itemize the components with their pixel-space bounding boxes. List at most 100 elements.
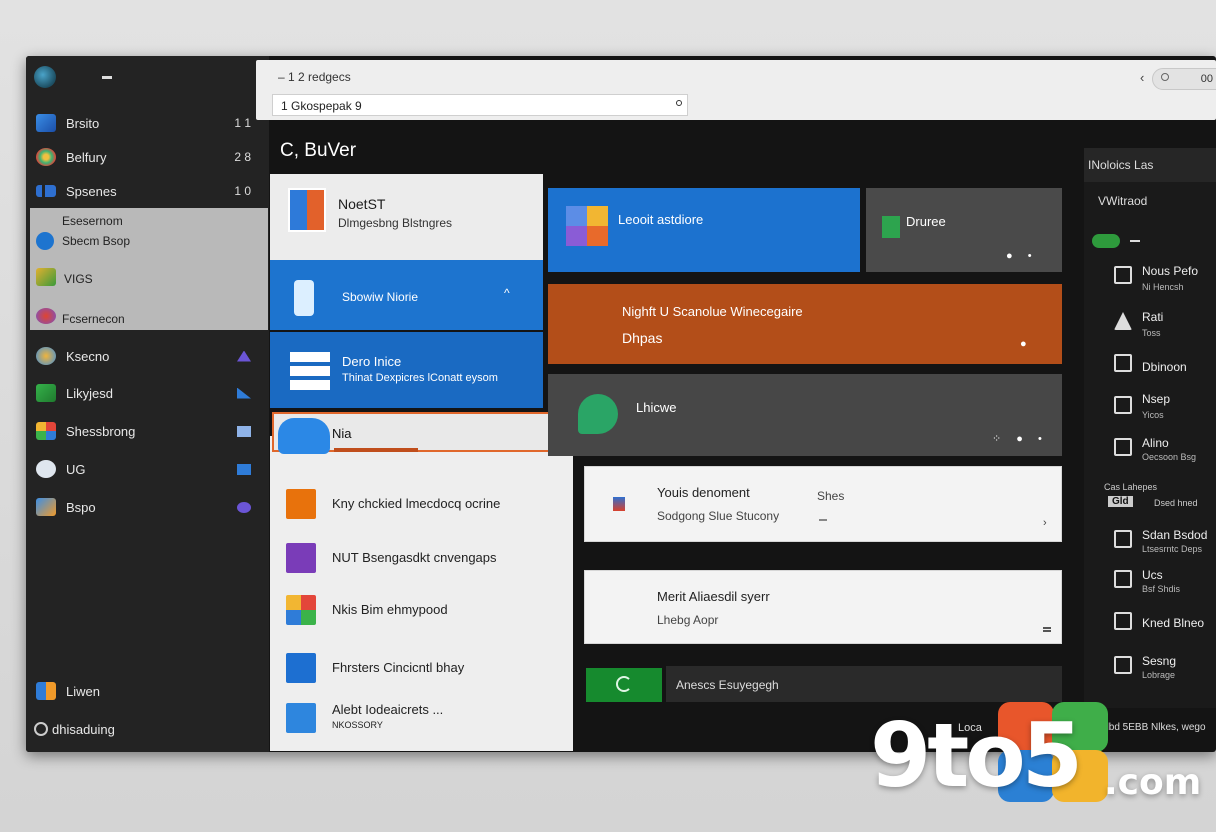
tile-gray[interactable]: Lhicwe ⁘ ● •: [548, 374, 1062, 456]
search-icon[interactable]: [676, 100, 682, 106]
back-button[interactable]: ‹: [1140, 70, 1144, 85]
list-item[interactable]: Fhrsters Cincicntl bhay: [270, 642, 573, 694]
app-icon: [36, 422, 56, 440]
dash-icon: [819, 519, 827, 521]
search-input[interactable]: 1 Gkospepak 9: [272, 94, 688, 116]
tile-orange[interactable]: Nighft U Scanolue Winecegaire Dhpas ●: [548, 284, 1062, 364]
app-icon: [613, 497, 625, 511]
sidebar-item[interactable]: Belfury 2 8: [26, 140, 269, 174]
group-badge: Gld: [1108, 496, 1133, 507]
pin-icon[interactable]: [237, 425, 251, 437]
right-panel-item[interactable]: Alino Oecsoon Bsg: [1084, 430, 1216, 470]
right-panel-item[interactable]: Sesng Lobrage: [1084, 648, 1216, 688]
office-icon: [288, 188, 326, 232]
tile-line-1: Nighft U Scanolue Winecegaire: [622, 304, 803, 319]
more-icon[interactable]: ● •: [1006, 250, 1038, 262]
pin-icon[interactable]: [237, 463, 251, 475]
item-subtitle: Yicos: [1142, 410, 1164, 420]
sidebar-item[interactable]: Spsenes 1 0: [26, 174, 269, 208]
list-item-label: Kny chckied lmecdocq ocrine: [332, 496, 501, 511]
right-panel-item[interactable]: Kned Blneo: [1084, 604, 1216, 644]
right-panel-item[interactable]: Nous Pefo Ni Hencsh: [1084, 258, 1216, 298]
list-item-label: Nkis Bim ehmypood: [332, 602, 448, 617]
minimize-icon[interactable]: [102, 76, 112, 79]
content-card[interactable]: Merit Aliaesdil syerr Lhebg Aopr: [584, 570, 1062, 644]
section-title: C, BuVer: [280, 140, 357, 161]
sidebar-app[interactable]: Shessbrong: [26, 414, 269, 448]
card-title: Merit Aliaesdil syerr: [657, 589, 770, 604]
tile-gray[interactable]: Druree ● •: [866, 188, 1062, 272]
selected-list-item[interactable]: Nia: [272, 412, 573, 454]
feature-card[interactable]: Dero Inice Thinat Dexpicres lConatt eyso…: [270, 332, 543, 408]
content-card[interactable]: Youis denoment Sodgong Slue Stucony Shes…: [584, 466, 1062, 542]
list-item-label: Alebt Iodeaicrets ...: [332, 702, 444, 717]
sidebar: Brsito 1 1 Belfury 2 8 Spsenes 1 0 Esese…: [26, 56, 269, 752]
watermark-logo: 9to5 .com: [870, 700, 1216, 812]
item-title: Nous Pefo: [1142, 264, 1199, 278]
sidebar-bottom-label: dhisaduing: [52, 721, 115, 737]
header-pill-field[interactable]: 00: [1152, 68, 1216, 90]
sidebar-app[interactable]: Bspo: [26, 490, 269, 524]
toggle-button[interactable]: [586, 668, 662, 702]
app-logo-icon[interactable]: [34, 66, 56, 88]
status-bar[interactable]: Anescs Esuyegegh: [666, 666, 1062, 702]
watermark-brand: 9to5: [870, 704, 1083, 807]
list-item[interactable]: NUT Bsengasdkt cnvengaps: [270, 532, 573, 584]
right-panel-item[interactable]: Nsep Yicos: [1084, 388, 1216, 428]
sidebar-app[interactable]: Likyjesd: [26, 376, 269, 410]
windows-icon: [566, 206, 608, 246]
sidebar-app[interactable]: UG: [26, 452, 269, 486]
item-title: Sesng: [1142, 654, 1177, 668]
group-line-2: Sbecm Bsop: [62, 234, 131, 248]
right-panel-item[interactable]: Ucs Bsf Shdis: [1084, 562, 1216, 602]
pin-icon[interactable]: [237, 387, 251, 399]
list-item[interactable]: Alebt Iodeaicrets ... NKOSSORY: [270, 692, 573, 744]
pin-icon[interactable]: [237, 350, 251, 362]
sidebar-item-label: Spsenes: [66, 183, 117, 199]
feature-card[interactable]: Sbowiw Niorie ^: [270, 260, 543, 330]
right-panel-item[interactable]: Rati Toss: [1084, 304, 1216, 344]
sidebar-app-label: Likyjesd: [66, 385, 113, 401]
group-title: Cas Lahepes: [1104, 482, 1158, 492]
item-subtitle: Ni Hencsh: [1142, 282, 1184, 292]
app-icon: [882, 216, 900, 238]
sidebar-bottom-item[interactable]: dhisaduing: [26, 712, 269, 746]
more-icon[interactable]: ›: [1043, 517, 1047, 529]
sidebar-item[interactable]: Brsito 1 1: [26, 106, 269, 140]
right-panel-item[interactable]: Sdan Bsdod Ltsesrntc Deps: [1084, 522, 1216, 562]
more-icon[interactable]: ⁘ ● •: [992, 432, 1048, 445]
item-subtitle: Bsf Shdis: [1142, 584, 1181, 594]
tile-blue[interactable]: Leooit astdiore: [548, 188, 860, 272]
sidebar-app-label: Ksecno: [66, 348, 110, 364]
sidebar-bottom-item[interactable]: Liwen: [26, 674, 269, 708]
sidebar-selected-group[interactable]: Esesernom Sbecm Bsop VIGS Fcsernecon: [30, 208, 268, 330]
header-title: – 1 2 redgecs: [278, 70, 351, 84]
item-subtitle: Ltsesrntc Deps: [1142, 544, 1203, 554]
more-icon[interactable]: ●: [1020, 338, 1033, 350]
item-title: Nsep: [1142, 392, 1171, 406]
feature-card[interactable]: NoetST Dlmgesbng Blstngres: [270, 174, 543, 260]
app-icon: [286, 489, 316, 519]
right-panel: INoloics Las VWitraod Nous Pefo Ni Hencs…: [1084, 148, 1216, 708]
list-item-sublabel: NKOSSORY: [332, 720, 383, 730]
group-footer-label: Fcsernecon: [62, 312, 125, 326]
sidebar-app[interactable]: Ksecno: [26, 339, 269, 373]
right-panel-item[interactable]: Dbinoon: [1084, 346, 1216, 386]
card-title: Youis denoment: [657, 485, 750, 500]
app-icon: [36, 308, 56, 324]
list-item-label: Fhrsters Cincicntl bhay: [332, 660, 465, 675]
phone-icon: [1114, 438, 1132, 456]
chevron-up-icon[interactable]: ^: [504, 286, 510, 300]
list-item[interactable]: Nkis Bim ehmypood: [270, 584, 573, 636]
sidebar-item-label: Brsito: [66, 115, 100, 131]
menu-icon[interactable]: [1043, 627, 1051, 632]
toggle-switch[interactable]: [1092, 234, 1120, 248]
pin-icon[interactable]: [237, 501, 251, 513]
tile-label: Lhicwe: [636, 400, 677, 415]
list-item[interactable]: Kny chckied lmecdocq ocrine: [270, 478, 573, 530]
tile-label: Druree: [906, 214, 946, 229]
list-item-label: NUT Bsengasdkt cnvengaps: [332, 550, 497, 565]
selected-item-label: Nia: [332, 426, 352, 441]
item-title: Dbinoon: [1142, 360, 1187, 374]
cloud-icon: [36, 460, 56, 478]
